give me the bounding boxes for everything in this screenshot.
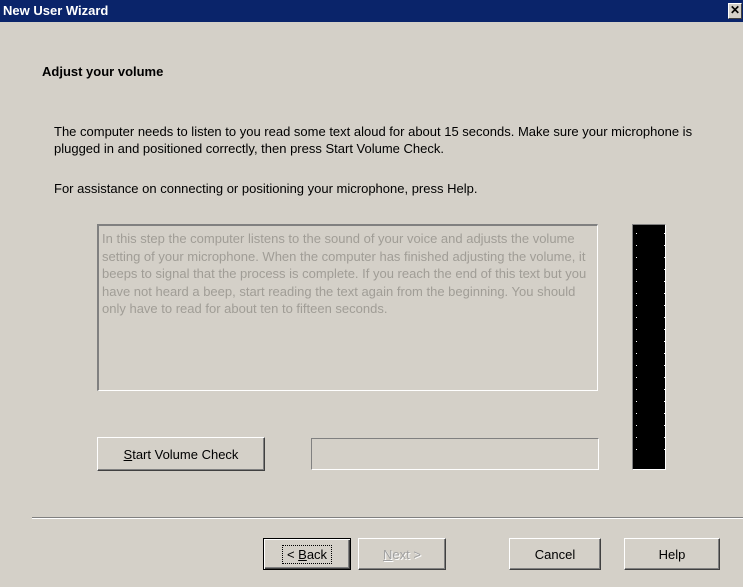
next-button[interactable]: Next >	[358, 538, 446, 570]
reading-text: In this step the computer listens to the…	[102, 231, 587, 316]
meter-ticks-right	[664, 233, 665, 461]
wizard-window: New User Wizard ✕ Adjust your volume The…	[0, 0, 743, 587]
reading-text-box: In this step the computer listens to the…	[97, 224, 598, 391]
back-button[interactable]: < Back	[263, 538, 351, 570]
back-prefix: <	[286, 546, 299, 562]
cancel-label: Cancel	[534, 546, 576, 562]
close-icon: ✕	[729, 3, 741, 17]
instructions-text: The computer needs to listen to you read…	[54, 124, 693, 156]
window-title: New User Wizard	[3, 3, 109, 18]
page-title: Adjust your volume	[42, 64, 164, 79]
next-rest: ext >	[392, 546, 421, 562]
title-bar[interactable]: New User Wizard ✕	[0, 0, 743, 22]
next-mnemonic: N	[383, 546, 393, 562]
start-volume-check-label: Start Volume Check	[124, 447, 239, 462]
start-volume-check-rest: tart Volume Check	[132, 446, 239, 462]
help-label: Help	[658, 546, 686, 562]
back-rest: ack	[306, 546, 328, 562]
volume-meter	[632, 224, 666, 470]
help-hint-text: For assistance on connecting or position…	[54, 181, 478, 196]
help-button[interactable]: Help	[624, 538, 720, 570]
volume-status-field	[311, 438, 599, 470]
back-label: < Back	[281, 544, 333, 564]
next-label: Next >	[383, 547, 421, 562]
cancel-button[interactable]: Cancel	[509, 538, 601, 570]
meter-ticks-left	[636, 233, 637, 461]
close-button[interactable]: ✕	[728, 3, 742, 19]
footer-separator	[32, 517, 743, 519]
start-volume-check-mnemonic: S	[123, 446, 133, 462]
start-volume-check-button[interactable]: Start Volume Check	[97, 437, 265, 471]
back-mnemonic: B	[298, 546, 307, 562]
